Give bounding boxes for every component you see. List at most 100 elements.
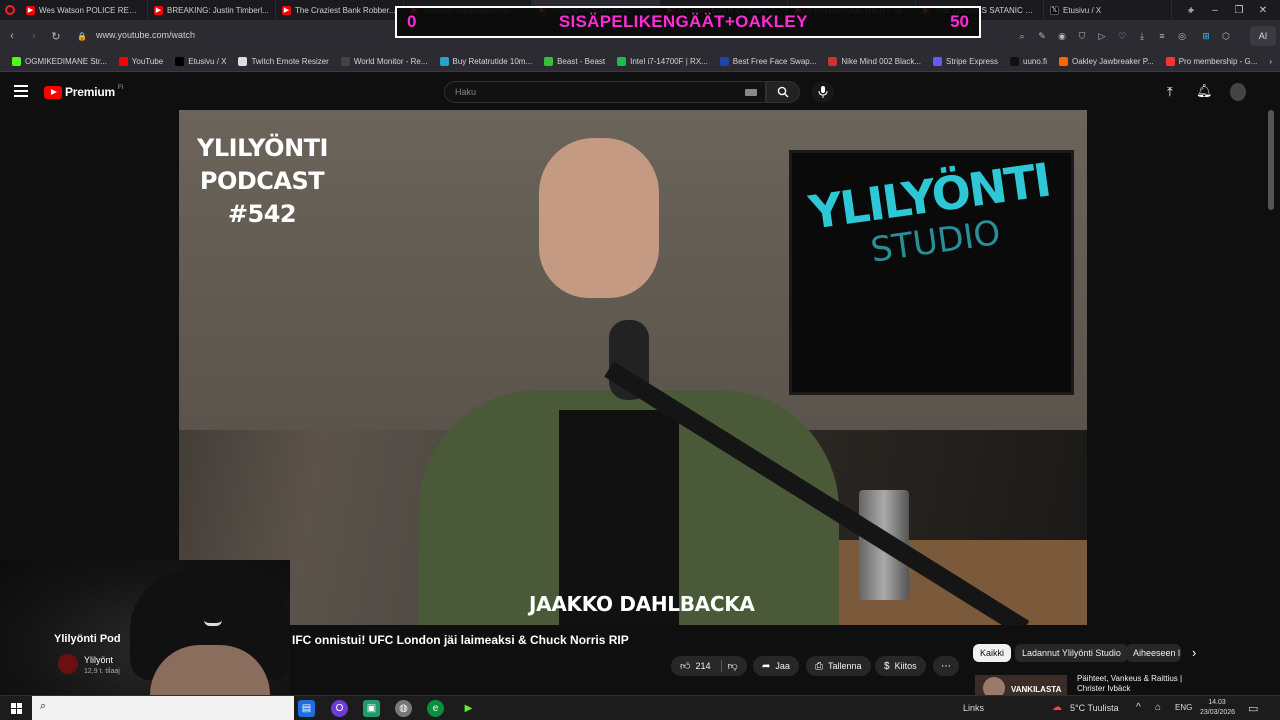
maximize-icon[interactable]: ❐ — [1228, 0, 1250, 20]
close-icon[interactable]: ✕ — [1252, 0, 1274, 20]
stream-counter-overlay: 0 SISÄPELIKENGÄÄT+OAKLEY 50 — [395, 6, 981, 38]
bookmark-item[interactable]: OGMIKEDIMANE Str... — [6, 52, 113, 72]
channel-subscribers: 12,9 t. tilaaj — [84, 668, 120, 675]
chip-all[interactable]: Kaikki — [973, 644, 1012, 662]
chevron-up-icon[interactable]: ^ — [1136, 702, 1141, 713]
thumbnail-label: VANKILASTA — [1011, 685, 1062, 694]
avatar[interactable] — [1230, 83, 1246, 101]
bookmark-favicon-icon — [340, 57, 350, 66]
browser-tab[interactable]: ▶ BREAKING: Justin Timberl... — [148, 0, 276, 20]
chip-related[interactable]: Aiheeseen l — [1126, 644, 1181, 662]
page-scrollbar[interactable] — [1268, 110, 1274, 210]
extension-icon[interactable]: ⊞ — [1200, 30, 1212, 42]
bookmarks-overflow-icon[interactable]: › — [1263, 52, 1280, 72]
search-icon[interactable]: ⌕ — [1016, 30, 1028, 42]
heart-icon[interactable]: ♡ — [1116, 30, 1128, 42]
bookmark-item[interactable]: uuno.fi — [1004, 52, 1053, 72]
bell-icon[interactable]: 🔔︎ — [1196, 83, 1213, 99]
bookmark-label: Pro membership - G... — [1178, 57, 1258, 66]
ai-button[interactable]: AI — [1250, 26, 1276, 46]
channel-title-truncated: Ylilyönti Pod — [54, 633, 121, 645]
chevron-right-icon[interactable]: › — [1192, 645, 1196, 660]
thanks-button[interactable]: $ Kiitos — [875, 656, 926, 676]
taskbar-search-box[interactable]: ⌕ — [32, 696, 294, 720]
chip-uploaded-by[interactable]: Ladannut Ylilyönti Studio — [1015, 644, 1128, 662]
network-icon[interactable]: ⌂ — [1155, 702, 1161, 713]
camera-icon[interactable]: ◉ — [1056, 30, 1068, 42]
bookmark-label: Oakley Jawbreaker P... — [1072, 57, 1154, 66]
bookmark-item[interactable]: Buy Retatrutide 10m... — [434, 52, 539, 72]
links-toolbar[interactable]: Links — [963, 703, 984, 713]
language-indicator[interactable]: ENG — [1175, 703, 1192, 712]
hamburger-menu-icon[interactable] — [14, 85, 28, 99]
minimize-icon[interactable]: – — [1204, 0, 1226, 20]
video-player[interactable]: YLILYÖNTI PODCAST #542 YLILYÖNTI STUDIO … — [179, 110, 1087, 625]
clock[interactable]: 14.03 23/03/2026 — [1200, 698, 1235, 718]
back-icon[interactable]: ‹ — [4, 28, 20, 44]
search-input[interactable]: Haku — [444, 81, 766, 103]
bookmark-favicon-icon — [1059, 57, 1069, 66]
bookmark-favicon-icon — [544, 57, 554, 66]
video-title: IFC onnistui! UFC London jäi laimeaksi &… — [292, 633, 629, 647]
tab-title: The Craziest Bank Robber... — [295, 5, 396, 15]
channel-name[interactable]: Ylilyönt — [84, 655, 113, 665]
bookmark-item[interactable]: YouTube — [113, 52, 169, 72]
bookmark-item[interactable]: Beast - Beast — [538, 52, 611, 72]
bookmark-item[interactable]: World Monitor - Re... — [335, 52, 434, 72]
recommendation-title[interactable]: Päihteet, Vankeus & Raittius | Christer … — [1077, 674, 1197, 694]
bookmark-label: World Monitor - Re... — [353, 57, 428, 66]
lock-icon[interactable]: 🔒 — [74, 28, 90, 44]
keyboard-icon[interactable] — [745, 89, 757, 96]
search-tabs-icon[interactable]: ⌕ — [1180, 0, 1202, 20]
files-icon[interactable]: ▤ — [298, 700, 315, 717]
bookmark-item[interactable]: Intel i7-14700F | RX... — [611, 52, 714, 72]
youtube-logo[interactable]: Premium FI — [44, 85, 123, 99]
edge-icon[interactable]: e — [427, 700, 444, 717]
play-icon[interactable]: ▷ — [1096, 30, 1108, 42]
browser-tab[interactable]: ▶ The Craziest Bank Robber... — [276, 0, 404, 20]
bookmark-item[interactable]: Etusivu / X — [169, 52, 232, 72]
youtube-play-icon — [44, 85, 62, 99]
bookmark-item[interactable]: Stripe Express — [927, 52, 1004, 72]
share-button[interactable]: ➦ Jaa — [753, 656, 799, 676]
bookmark-favicon-icon — [828, 57, 838, 66]
notifications-icon[interactable]: ▭ — [1248, 702, 1258, 715]
bookmark-item[interactable]: Best Free Face Swap... — [714, 52, 823, 72]
shield-icon[interactable]: ⛉ — [1076, 30, 1088, 42]
cube-icon[interactable]: ⬡ — [1220, 30, 1232, 42]
download-icon[interactable]: ⤓ — [1136, 30, 1148, 42]
tab-title: BREAKING: Justin Timberl... — [167, 5, 269, 15]
vpn-icon[interactable]: ◍ — [395, 700, 412, 717]
opera-gx-icon[interactable]: O — [331, 700, 348, 717]
channel-avatar[interactable] — [58, 654, 78, 674]
profile-icon[interactable]: ◎ — [1176, 30, 1188, 42]
overlay-text: SISÄPELIKENGÄÄT+OAKLEY — [558, 12, 808, 31]
menu-icon[interactable]: ≡ — [1156, 30, 1168, 42]
like-button[interactable]: 👍︎ 214 👎︎ — [671, 656, 747, 676]
opera-logo-icon[interactable] — [0, 0, 20, 20]
weather-widget[interactable]: 5°C Tuulista — [1070, 703, 1119, 713]
url-field[interactable]: www.youtube.com/watch — [96, 30, 195, 40]
recommendation-thumbnail[interactable]: VANKILASTA — [975, 675, 1067, 695]
thumbs-down-icon[interactable]: 👎︎ — [727, 660, 737, 672]
browser-tab[interactable]: 𝕏 Etusivu / X — [1044, 0, 1172, 20]
share-icon: ➦ — [762, 660, 771, 672]
calendar-icon[interactable]: ▣ — [363, 700, 380, 717]
bookmark-favicon-icon — [932, 57, 942, 66]
kick-icon[interactable]: ▶ — [460, 700, 477, 717]
edit-icon[interactable]: ✎ — [1036, 30, 1048, 42]
bookmark-item[interactable]: Pro membership - G... — [1160, 52, 1264, 72]
bookmark-item[interactable]: Nike Mind 002 Black... — [822, 52, 927, 72]
voice-search-button[interactable] — [812, 81, 834, 103]
bookmark-item[interactable]: Oakley Jawbreaker P... — [1053, 52, 1160, 72]
forward-icon[interactable]: › — [26, 28, 42, 44]
upload-icon[interactable]: ⤒ — [1167, 84, 1173, 100]
save-button[interactable]: ⎙ Tallenna — [806, 656, 871, 676]
windows-start-icon[interactable] — [8, 700, 25, 717]
browser-tab[interactable]: ▶ Wes Watson POLICE REPO... — [20, 0, 148, 20]
bookmark-item[interactable]: Twitch Emote Resizer — [232, 52, 334, 72]
more-actions-button[interactable]: ⋯ — [933, 656, 959, 676]
search-button[interactable] — [766, 81, 800, 103]
reload-icon[interactable]: ↻ — [48, 28, 64, 44]
bookmark-label: Best Free Face Swap... — [732, 57, 817, 66]
